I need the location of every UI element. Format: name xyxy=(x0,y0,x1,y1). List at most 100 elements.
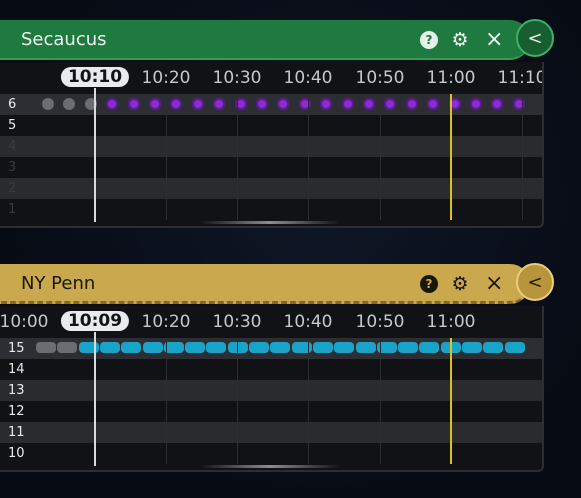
train-segment[interactable] xyxy=(249,342,269,353)
track-label: 1 xyxy=(8,202,17,217)
train-segment[interactable] xyxy=(270,342,291,353)
track-row[interactable]: 13 xyxy=(0,380,542,401)
time-axis: 10:10 10:20 10:30 10:40 10:50 11:00 11:1… xyxy=(0,62,542,94)
current-time-badge: 10:09 xyxy=(60,311,130,331)
train-segment[interactable] xyxy=(312,342,333,353)
train-marker[interactable] xyxy=(405,98,418,110)
time-tick: 11:00 xyxy=(426,312,476,332)
track-label: 3 xyxy=(8,160,17,175)
train-segment[interactable] xyxy=(121,342,142,353)
train-segment[interactable] xyxy=(36,342,56,353)
train-segment[interactable] xyxy=(462,342,482,353)
grid-line xyxy=(237,94,238,220)
close-icon[interactable]: × xyxy=(485,29,503,51)
time-tick: 10:50 xyxy=(355,68,405,88)
time-tick: 10:20 xyxy=(141,68,191,88)
train-marker[interactable] xyxy=(256,98,268,110)
track-row[interactable]: 1 xyxy=(0,199,542,220)
panel-title: NY Penn xyxy=(21,273,96,294)
close-icon[interactable]: × xyxy=(485,273,503,295)
chevron-left-icon: < xyxy=(527,272,543,293)
track-label: 2 xyxy=(8,181,17,196)
track-label: 15 xyxy=(8,341,25,356)
ny-penn-panel: NY Penn ? ⚙ × < 10:00 10:09 10:20 10:30 … xyxy=(0,263,554,474)
train-marker[interactable] xyxy=(470,98,482,110)
time-tick: 10:40 xyxy=(283,68,333,88)
grid-line xyxy=(308,338,309,464)
time-tick: 10:00 xyxy=(0,312,49,332)
track-row[interactable]: 15 xyxy=(0,338,542,359)
train-marker[interactable] xyxy=(42,98,54,110)
train-marker[interactable] xyxy=(149,98,161,110)
train-marker[interactable] xyxy=(63,98,76,110)
time-tick: 10:30 xyxy=(212,68,262,88)
current-time-badge: 10:10 xyxy=(60,67,130,87)
track-label: 13 xyxy=(8,383,25,398)
track-label: 10 xyxy=(8,446,25,461)
train-segment[interactable] xyxy=(334,342,355,353)
current-time-line xyxy=(94,332,96,466)
track-row[interactable]: 6 xyxy=(0,94,542,115)
train-marker[interactable] xyxy=(170,98,183,110)
train-segment[interactable] xyxy=(504,342,525,353)
train-segment[interactable] xyxy=(398,342,419,353)
collapse-button[interactable]: < xyxy=(516,19,554,57)
track-row[interactable]: 12 xyxy=(0,401,542,422)
train-segment[interactable] xyxy=(419,342,440,353)
gear-icon[interactable]: ⚙ xyxy=(451,275,469,294)
track-label: 11 xyxy=(8,425,25,440)
help-icon[interactable]: ? xyxy=(420,31,438,49)
train-segment[interactable] xyxy=(142,342,163,353)
timeline-body: 10:10 10:20 10:30 10:40 10:50 11:00 11:1… xyxy=(0,62,544,228)
track-row[interactable]: 5 xyxy=(0,115,542,136)
time-tick: 10:30 xyxy=(212,312,262,332)
track-row[interactable]: 14 xyxy=(0,359,542,380)
track-label: 12 xyxy=(8,404,25,419)
train-marker[interactable] xyxy=(341,98,354,110)
time-tick: 10:40 xyxy=(283,312,333,332)
train-marker[interactable] xyxy=(277,98,290,110)
track-label: 5 xyxy=(8,118,17,133)
current-time-line xyxy=(94,88,96,222)
train-segment[interactable] xyxy=(185,342,206,353)
track-row[interactable]: 2 xyxy=(0,178,542,199)
train-marker[interactable] xyxy=(191,98,204,110)
train-marker[interactable] xyxy=(427,98,440,110)
marker-line xyxy=(450,338,452,464)
train-segment[interactable] xyxy=(206,342,227,353)
gear-icon[interactable]: ⚙ xyxy=(451,31,469,50)
grid-line xyxy=(522,94,523,220)
train-marker[interactable] xyxy=(384,98,397,110)
collapse-button[interactable]: < xyxy=(516,263,554,301)
train-segment[interactable] xyxy=(483,342,504,353)
train-marker[interactable] xyxy=(213,98,226,110)
train-marker[interactable] xyxy=(320,98,333,110)
train-segment[interactable] xyxy=(99,342,120,353)
marker-line xyxy=(450,94,452,220)
panel-header[interactable]: Secaucus ? ⚙ × xyxy=(0,20,530,60)
track-row[interactable]: 10 xyxy=(0,443,542,464)
train-marker[interactable] xyxy=(363,98,375,110)
track-row[interactable]: 3 xyxy=(0,157,542,178)
secaucus-panel: Secaucus ? ⚙ × < 10:10 10:20 10:30 10:40… xyxy=(0,19,554,230)
track-row[interactable]: 11 xyxy=(0,422,542,443)
horizontal-scrollbar[interactable] xyxy=(200,465,340,468)
help-icon[interactable]: ? xyxy=(420,275,438,293)
timeline-body: 10:00 10:09 10:20 10:30 10:40 10:50 11:0… xyxy=(0,306,544,472)
time-tick: 10:50 xyxy=(355,312,405,332)
track-row[interactable]: 4 xyxy=(0,136,542,157)
grid-line xyxy=(237,338,238,464)
chevron-left-icon: < xyxy=(527,28,543,49)
time-tick: 11:10 xyxy=(497,68,544,88)
train-marker[interactable] xyxy=(127,98,140,110)
train-segment[interactable] xyxy=(355,342,376,353)
train-marker[interactable] xyxy=(106,98,119,110)
train-marker[interactable] xyxy=(491,98,504,110)
panel-header[interactable]: NY Penn ? ⚙ × xyxy=(0,264,530,304)
time-axis: 10:00 10:09 10:20 10:30 10:40 10:50 11:0… xyxy=(0,306,542,338)
horizontal-scrollbar[interactable] xyxy=(200,221,340,224)
track-label: 6 xyxy=(8,97,17,112)
track-label: 4 xyxy=(8,139,17,154)
train-segment[interactable] xyxy=(57,342,78,353)
panel-title: Secaucus xyxy=(21,29,107,50)
